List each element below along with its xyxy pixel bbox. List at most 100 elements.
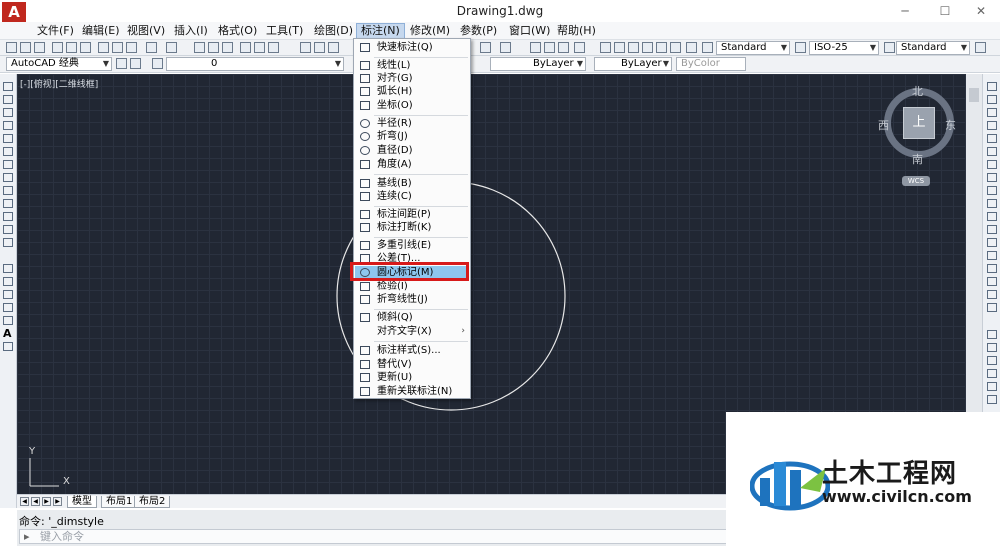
menu-dim-break[interactable]: 标注打断(K): [355, 221, 469, 234]
menu-dimension[interactable]: 标注(N): [356, 23, 405, 39]
erase-icon[interactable]: [987, 82, 997, 91]
trim-icon[interactable]: [987, 199, 997, 208]
sheet-set-icon[interactable]: [642, 42, 653, 53]
cut-icon[interactable]: [98, 42, 109, 53]
menu-continue[interactable]: 连续(C): [355, 190, 469, 203]
tool-palettes-icon[interactable]: [268, 42, 279, 53]
table-icon[interactable]: [3, 316, 13, 325]
minimize-button[interactable]: ─: [890, 2, 920, 20]
zoom-icon[interactable]: [208, 42, 219, 53]
line-icon[interactable]: [3, 82, 13, 91]
menu-jogged[interactable]: 折弯(J): [355, 130, 469, 143]
send-back-icon[interactable]: [987, 356, 997, 365]
menu-update[interactable]: 更新(U): [355, 371, 469, 384]
menu-quick-dimension[interactable]: 快速标注(Q): [355, 41, 469, 54]
text-style-select[interactable]: Standard ▼: [716, 41, 790, 55]
menu-window[interactable]: 窗口(W): [505, 23, 554, 39]
add-selected-icon[interactable]: [3, 342, 13, 351]
multiline-text-icon[interactable]: A: [3, 328, 13, 339]
menu-jogged-linear[interactable]: 折弯线性(J): [355, 293, 469, 306]
rectangle-icon[interactable]: [3, 134, 13, 143]
scrollbar-thumb[interactable]: [969, 88, 979, 102]
bring-above-icon[interactable]: [987, 369, 997, 378]
new-icon[interactable]: [6, 42, 17, 53]
menu-format[interactable]: 格式(O): [214, 23, 261, 39]
menu-edit[interactable]: 编辑(E): [78, 23, 124, 39]
ellipse-arc-icon[interactable]: [3, 212, 13, 221]
menu-dim-style[interactable]: 标注样式(S)...: [355, 344, 469, 357]
menu-oblique[interactable]: 倾斜(Q): [355, 311, 469, 324]
workspace-save-icon[interactable]: [130, 58, 141, 69]
menu-diameter[interactable]: 直径(D): [355, 144, 469, 157]
print-icon[interactable]: [52, 42, 63, 53]
tab-layout1[interactable]: 布局1: [101, 496, 138, 508]
fillet-icon[interactable]: [987, 277, 997, 286]
zoom-previous-icon[interactable]: [574, 42, 585, 53]
menu-angular[interactable]: 角度(A): [355, 158, 469, 171]
properties-icon-2[interactable]: [600, 42, 611, 53]
maximize-button[interactable]: ☐: [930, 2, 960, 20]
menu-help[interactable]: 帮助(H): [553, 23, 600, 39]
design-center-icon[interactable]: [254, 42, 265, 53]
realtime-zoom-icon[interactable]: [544, 42, 555, 53]
layer-select[interactable]: 0 ▼: [166, 57, 344, 71]
linetype-select[interactable]: ByLayer ▼: [490, 57, 586, 71]
bring-front-icon[interactable]: [987, 343, 997, 352]
zoom-window-icon-2[interactable]: [558, 42, 569, 53]
region-icon[interactable]: [3, 303, 13, 312]
menu-override[interactable]: 替代(V): [355, 358, 469, 371]
new-icon-2[interactable]: [300, 42, 311, 53]
tool-palettes-icon-2[interactable]: [628, 42, 639, 53]
gradient-icon[interactable]: [3, 290, 13, 299]
break-at-point-icon[interactable]: [987, 225, 997, 234]
next-tab-icon[interactable]: ▶: [42, 497, 51, 506]
explode-icon[interactable]: [987, 290, 997, 299]
chamfer-icon[interactable]: [987, 264, 997, 273]
layer-properties-icon[interactable]: [152, 58, 163, 69]
arc-icon[interactable]: [3, 147, 13, 156]
polyline-icon[interactable]: [3, 108, 13, 117]
menu-draw[interactable]: 绘图(D): [310, 23, 357, 39]
publish-icon[interactable]: [80, 42, 91, 53]
pan-icon[interactable]: [194, 42, 205, 53]
print-preview-icon[interactable]: [66, 42, 77, 53]
paste-icon[interactable]: [126, 42, 137, 53]
compass-east[interactable]: 东: [945, 117, 956, 133]
tab-model[interactable]: 模型: [67, 496, 97, 508]
compass-south[interactable]: 南: [912, 151, 923, 167]
help-icon[interactable]: [686, 42, 697, 53]
close-button[interactable]: ✕: [966, 2, 996, 20]
break-icon[interactable]: [987, 238, 997, 247]
menu-aligned[interactable]: 对齐(G): [355, 72, 469, 85]
text-front-icon[interactable]: [987, 395, 997, 404]
first-tab-icon[interactable]: ◀: [20, 497, 29, 506]
join-icon[interactable]: [987, 251, 997, 260]
menu-dim-space[interactable]: 标注间距(P): [355, 208, 469, 221]
calculator-icon[interactable]: [670, 42, 681, 53]
redo-icon[interactable]: [166, 42, 177, 53]
menu-file[interactable]: 文件(F): [33, 23, 78, 39]
workspace-select[interactable]: AutoCAD 经典 ▼: [6, 57, 112, 71]
revcloud-icon[interactable]: [3, 173, 13, 182]
properties-icon[interactable]: [240, 42, 251, 53]
menu-insert[interactable]: 插入(I): [170, 23, 212, 39]
wcs-menu-button[interactable]: WCS: [902, 176, 930, 186]
viewcube-top-face[interactable]: 上: [903, 107, 935, 139]
menu-view[interactable]: 视图(V): [123, 23, 169, 39]
compass-west[interactable]: 西: [878, 117, 889, 133]
send-under-icon[interactable]: [987, 382, 997, 391]
markup-icon[interactable]: [656, 42, 667, 53]
menu-modify[interactable]: 修改(M): [406, 23, 454, 39]
rotate-icon[interactable]: [987, 160, 997, 169]
undo-icon[interactable]: [146, 42, 157, 53]
spline-icon[interactable]: [3, 186, 13, 195]
lineweight-select[interactable]: ByLayer ▼: [594, 57, 672, 71]
prev-tab-icon[interactable]: ◀: [31, 497, 40, 506]
zoom-window-icon[interactable]: [222, 42, 233, 53]
construction-line-icon[interactable]: [3, 95, 13, 104]
circle-icon[interactable]: [3, 160, 13, 169]
insert-block-icon[interactable]: [3, 225, 13, 234]
copy-object-icon[interactable]: [987, 95, 997, 104]
redo-icon-2[interactable]: [500, 42, 511, 53]
last-tab-icon[interactable]: ▶: [53, 497, 62, 506]
